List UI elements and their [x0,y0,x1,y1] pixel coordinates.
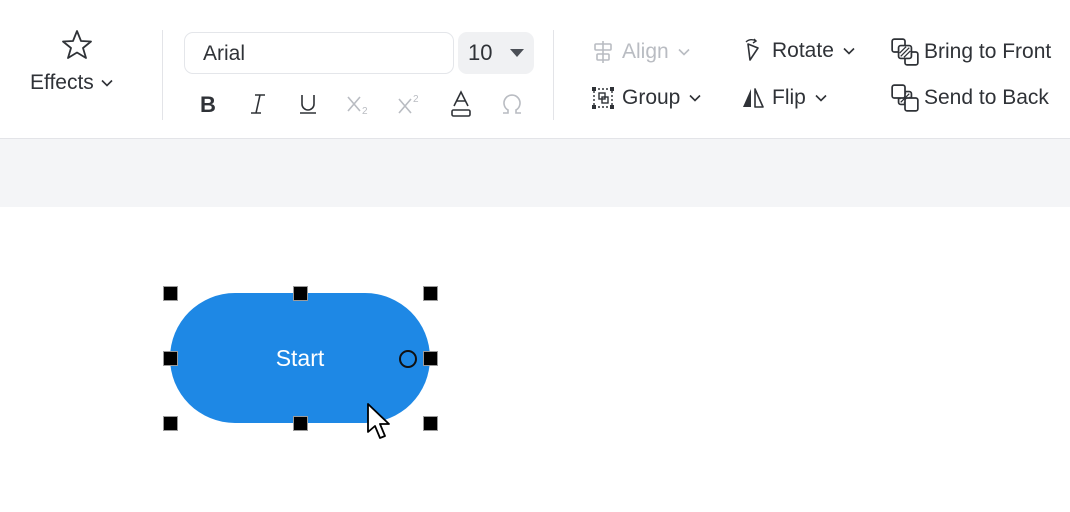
flip-icon [743,88,764,108]
send-to-back-icon [891,84,919,112]
subscript-icon: 2 [347,96,368,116]
svg-text:2: 2 [362,106,368,116]
resize-handle-left[interactable] [163,351,178,366]
align-button[interactable]: Align [590,34,691,70]
font-size-value: 10 [468,40,493,65]
underline-icon [300,95,316,114]
resize-handle-top[interactable] [293,286,308,301]
connection-point[interactable] [399,350,417,368]
resize-handle-bottom-right[interactable] [423,416,438,431]
italic-icon [251,94,265,114]
shape-label: Start [275,344,325,371]
toolbar [0,12,1070,139]
group-button[interactable]: Group [590,80,702,116]
chevron-down-icon [678,48,690,56]
caret-down-icon [510,49,524,57]
underline-button[interactable] [292,88,324,120]
resize-handle-top-left[interactable] [163,286,178,301]
svg-text:B: B [200,92,216,116]
effects-label: Effects [30,71,94,94]
chevron-down-icon [815,94,827,102]
resize-handle-bottom[interactable] [293,416,308,431]
bring-to-front-label: Bring to Front [924,40,1052,63]
italic-button[interactable] [242,88,274,120]
send-to-back-button[interactable]: Send to Back [890,80,1049,116]
canvas[interactable] [0,207,1070,512]
canvas-header-band [0,139,1070,207]
flip-button[interactable]: Flip [740,80,828,116]
rotate-label: Rotate [772,39,834,62]
mouse-pointer-icon [367,403,390,439]
resize-handle-right[interactable] [423,351,438,366]
rotate-icon [745,38,759,61]
chevron-down-icon [101,80,113,88]
superscript-button[interactable]: 2 [394,88,426,120]
font-family-select[interactable]: Arial [184,32,454,74]
svg-text:2: 2 [413,94,419,105]
rotate-button[interactable]: Rotate [740,33,856,69]
chevron-down-icon [689,94,701,102]
send-to-back-label: Send to Back [924,86,1049,109]
omega-icon [503,94,521,114]
group-icon [592,87,614,109]
bold-icon: B [200,92,216,116]
star-icon [62,30,92,59]
align-label: Align [622,40,669,63]
group-label: Group [622,86,681,109]
subscript-button[interactable]: 2 [343,88,375,120]
resize-handle-bottom-left[interactable] [163,416,178,431]
font-color-button[interactable] [445,88,477,120]
align-icon [594,41,612,63]
flip-label: Flip [772,86,806,109]
bold-button[interactable]: B [191,88,223,120]
resize-handle-top-right[interactable] [423,286,438,301]
divider [553,30,554,120]
font-color-icon [451,90,471,117]
effects-button[interactable]: Effects [20,28,132,108]
special-character-button[interactable] [496,88,528,120]
divider [162,30,163,120]
font-size-select[interactable]: 10 [458,32,534,74]
bring-to-front-icon [891,38,919,66]
chevron-down-icon [843,47,855,55]
superscript-icon: 2 [398,94,419,114]
bring-to-front-button[interactable]: Bring to Front [890,34,1051,70]
